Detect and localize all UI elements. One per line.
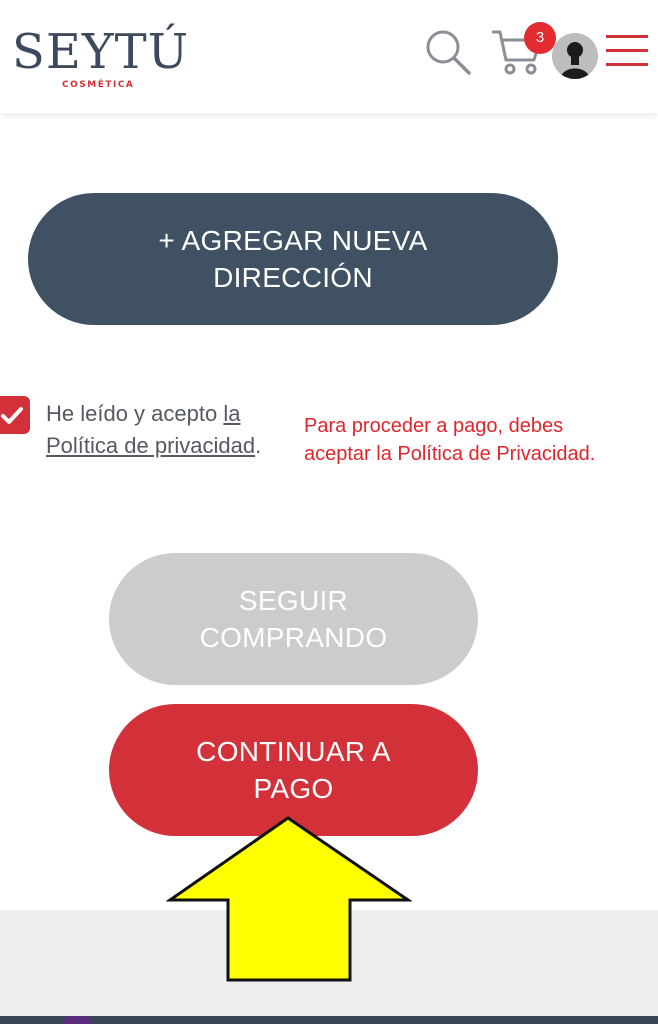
yellow-arrow-up-icon bbox=[166, 816, 412, 982]
seytu-logo[interactable]: SEYTÚ COSMÉTICA bbox=[12, 22, 192, 94]
cart-count-badge: 3 bbox=[524, 22, 556, 54]
privacy-error-message: Para proceder a pago, debes aceptar la P… bbox=[304, 415, 596, 465]
site-header: SEYTÚ COSMÉTICA 3 bbox=[0, 0, 658, 113]
privacy-consent-label: He leído y acepto la Política de privaci… bbox=[46, 398, 276, 462]
footer-accent bbox=[62, 1016, 92, 1024]
keep-shopping-button[interactable]: SEGUIR COMPRANDO bbox=[109, 553, 478, 685]
checkmark-icon bbox=[1, 407, 23, 424]
logo-wordmark: SEYTÚ bbox=[12, 24, 190, 80]
consent-text-after: . bbox=[255, 433, 262, 458]
logo-subtitle: COSMÉTICA bbox=[62, 80, 135, 90]
search-icon[interactable] bbox=[424, 28, 472, 76]
user-avatar-icon[interactable] bbox=[552, 33, 598, 79]
add-new-address-button[interactable]: + AGREGAR NUEVA DIRECCIÓN bbox=[28, 193, 558, 325]
privacy-policy-checkbox[interactable] bbox=[0, 396, 30, 434]
consent-text-before: He leído y acepto bbox=[46, 401, 224, 426]
hamburger-menu-icon[interactable] bbox=[606, 34, 648, 68]
footer-bar bbox=[0, 1016, 658, 1024]
